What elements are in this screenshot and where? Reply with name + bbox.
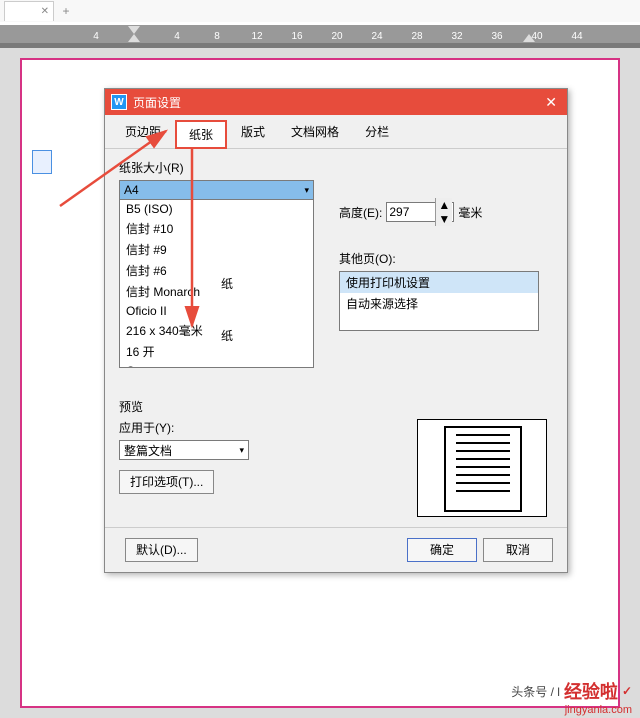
selected-value: A4 xyxy=(124,183,139,197)
tab-margins[interactable]: 页边距 xyxy=(113,119,173,148)
indent-marker-top[interactable] xyxy=(128,26,140,34)
height-label: 高度(E): xyxy=(339,204,382,221)
list-item[interactable]: Oficio II xyxy=(120,302,313,320)
preview-label: 预览 xyxy=(119,398,553,415)
ruler-tick: 44 xyxy=(571,31,582,42)
list-item[interactable]: 信封 #9 xyxy=(120,239,313,260)
close-icon[interactable]: ✕ xyxy=(541,94,561,111)
document-tab[interactable]: ✕ xyxy=(4,1,54,21)
list-item[interactable]: 使用打印机设置 xyxy=(340,272,538,293)
default-button[interactable]: 默认(D)... xyxy=(125,538,198,562)
ruler-tick: 4 xyxy=(93,31,99,42)
add-tab-button[interactable]: + xyxy=(54,4,78,18)
ruler-tick: 4 xyxy=(174,31,180,42)
paper-size-label: 纸张大小(R) xyxy=(119,159,553,176)
ruler-tick: 16 xyxy=(291,31,302,42)
horizontal-ruler: 4 4 8 12 16 20 24 28 32 36 40 44 xyxy=(0,25,640,49)
tab-layout[interactable]: 版式 xyxy=(229,119,277,148)
right-indent-marker[interactable] xyxy=(523,34,535,42)
apply-to-select[interactable]: 整篇文档 ▾ xyxy=(119,440,249,460)
cut-label-2: 纸 xyxy=(221,327,233,344)
height-input[interactable] xyxy=(387,203,435,221)
close-icon[interactable]: ✕ xyxy=(41,6,49,17)
document-tab-bar: ✕ + xyxy=(0,0,640,22)
cancel-button[interactable]: 取消 xyxy=(483,538,553,562)
cut-label-1: 纸 xyxy=(221,275,233,292)
preview-box xyxy=(417,419,547,517)
ruler-tick: 8 xyxy=(214,31,220,42)
list-item[interactable]: Custom xyxy=(120,362,313,368)
other-pages-label: 其他页(O): xyxy=(339,250,553,267)
list-item[interactable]: 216 x 340毫米 xyxy=(120,320,313,341)
dialog-title: 页面设置 xyxy=(133,94,541,111)
indent-marker-bottom[interactable] xyxy=(128,34,140,42)
height-spinner[interactable]: ▲ ▼ xyxy=(386,202,454,222)
ruler-tick: 24 xyxy=(371,31,382,42)
watermark-prefix: 头条号 / l xyxy=(511,683,560,700)
ruler-tick: 36 xyxy=(491,31,502,42)
dialog-titlebar[interactable]: W 页面设置 ✕ xyxy=(105,89,567,115)
ruler-tick: 28 xyxy=(411,31,422,42)
chevron-down-icon: ▾ xyxy=(239,445,244,456)
print-options-button[interactable]: 打印选项(T)... xyxy=(119,470,214,494)
ruler-tick: 20 xyxy=(331,31,342,42)
list-item[interactable]: 信封 #10 xyxy=(120,218,313,239)
ruler-tick: 32 xyxy=(451,31,462,42)
tab-grid[interactable]: 文档网格 xyxy=(279,119,351,148)
ok-button[interactable]: 确定 xyxy=(407,538,477,562)
list-item[interactable]: 16 开 xyxy=(120,341,313,362)
page-setup-dialog: W 页面设置 ✕ 页边距 纸张 版式 文档网格 分栏 纸张大小(R) A4 ▾ xyxy=(104,88,568,573)
paper-size-select[interactable]: A4 ▾ xyxy=(119,180,314,200)
app-icon: W xyxy=(111,94,127,110)
chevron-down-icon: ▾ xyxy=(304,185,309,196)
preview-page-icon xyxy=(444,426,522,512)
spinner-up-icon[interactable]: ▲ xyxy=(436,198,452,212)
tab-columns[interactable]: 分栏 xyxy=(353,119,401,148)
spinner-down-icon[interactable]: ▼ xyxy=(436,212,452,226)
watermark: 头条号 / l 经验啦 ✓ jingyanla.com xyxy=(511,678,632,716)
apply-value: 整篇文档 xyxy=(124,442,172,459)
paper-size-listbox[interactable]: B5 (ISO) 信封 #10 信封 #9 信封 #6 信封 Monarch O… xyxy=(119,200,314,368)
apply-to-label: 应用于(Y): xyxy=(119,419,249,436)
page-thumbnail-icon xyxy=(32,150,52,174)
list-item[interactable]: 信封 #6 xyxy=(120,260,313,281)
list-item[interactable]: 信封 Monarch xyxy=(120,281,313,302)
dialog-footer: 默认(D)... 确定 取消 xyxy=(105,527,567,572)
ruler-tick: 12 xyxy=(251,31,262,42)
list-item[interactable]: B5 (ISO) xyxy=(120,200,313,218)
check-icon: ✓ xyxy=(622,684,632,698)
watermark-url: jingyanla.com xyxy=(511,704,632,716)
other-pages-listbox[interactable]: 使用打印机设置 自动来源选择 xyxy=(339,271,539,331)
tab-paper[interactable]: 纸张 xyxy=(175,120,227,149)
watermark-brand: 经验啦 xyxy=(564,678,618,704)
dialog-tabs: 页边距 纸张 版式 文档网格 分栏 xyxy=(105,115,567,149)
list-item[interactable]: 自动来源选择 xyxy=(340,293,538,314)
height-unit: 毫米 xyxy=(458,204,482,221)
